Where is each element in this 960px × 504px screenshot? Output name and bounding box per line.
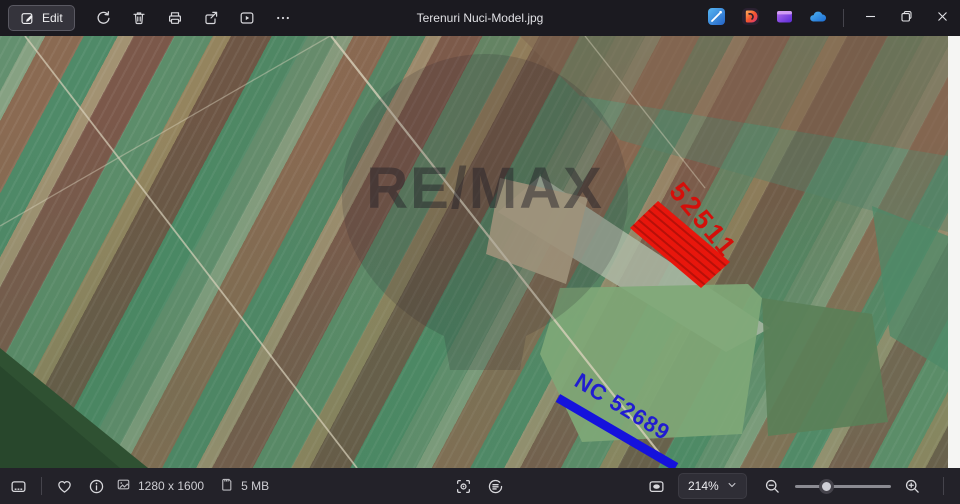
zoom-out-icon	[764, 478, 781, 495]
magic-wand-icon	[707, 7, 726, 29]
trash-icon	[131, 10, 147, 26]
toolbar-right	[699, 0, 960, 36]
visual-search-icon	[455, 478, 472, 495]
onedrive-cloud-icon	[808, 7, 828, 30]
restore-button[interactable]	[888, 2, 924, 34]
zoom-in-icon	[904, 478, 921, 495]
zoom-slider-track[interactable]	[795, 485, 891, 488]
edit-button[interactable]: Edit	[8, 5, 75, 31]
titlebar: Edit	[0, 0, 960, 36]
statusbar-divider-left	[41, 477, 42, 495]
slideshow-icon	[239, 10, 255, 26]
aerial-photo: RE/MAX 52511 NC 52689	[0, 36, 948, 468]
zoom-level-dropdown[interactable]: 214%	[678, 473, 747, 499]
watermark-text: RE/MAX	[366, 156, 604, 221]
heart-icon	[56, 478, 73, 495]
filmstrip-toggle-button[interactable]	[2, 470, 34, 502]
designer-button[interactable]	[733, 2, 767, 34]
statusbar: 1280 x 1600 5 MB	[0, 468, 960, 504]
toolbar-left: Edit	[0, 2, 299, 34]
zoom-slider-thumb[interactable]	[819, 479, 834, 494]
image-viewer[interactable]: RE/MAX 52511 NC 52689	[0, 36, 960, 468]
designer-icon	[741, 7, 760, 29]
zoom-level-value: 214%	[688, 479, 719, 493]
dimensions-icon	[116, 477, 131, 495]
clipchamp-icon	[775, 7, 794, 29]
share-icon	[203, 10, 219, 26]
minimize-icon	[864, 10, 877, 26]
visual-search-button[interactable]	[447, 470, 479, 502]
slideshow-button[interactable]	[231, 2, 263, 34]
titlebar-divider	[843, 9, 844, 27]
filesize-icon	[219, 477, 234, 495]
close-icon	[936, 10, 949, 26]
statusbar-divider-right	[943, 477, 944, 495]
rotate-icon	[95, 10, 111, 26]
zoom-slider[interactable]	[795, 470, 891, 502]
print-button[interactable]	[159, 2, 191, 34]
favorite-button[interactable]	[48, 470, 80, 502]
file-size: 5 MB	[241, 479, 269, 493]
more-options-button[interactable]	[267, 2, 299, 34]
rotate-button[interactable]	[87, 2, 119, 34]
edit-image-icon	[20, 11, 35, 26]
file-info-button[interactable]	[80, 470, 112, 502]
restore-icon	[900, 10, 913, 26]
auto-enhance-button[interactable]	[699, 2, 733, 34]
more-icon	[275, 10, 291, 26]
print-icon	[167, 10, 183, 26]
onedrive-button[interactable]	[801, 2, 835, 34]
clipchamp-button[interactable]	[767, 2, 801, 34]
minimize-button[interactable]	[852, 2, 888, 34]
filmstrip-icon	[10, 478, 27, 495]
photo-edge	[948, 36, 960, 468]
chevron-down-icon	[727, 479, 737, 493]
edit-label: Edit	[42, 11, 63, 25]
fit-to-window-icon	[648, 478, 665, 495]
fit-to-window-button[interactable]	[640, 470, 672, 502]
photos-app-window: Edit	[0, 0, 960, 504]
zoom-in-button[interactable]	[897, 470, 929, 502]
share-button[interactable]	[195, 2, 227, 34]
extract-text-button[interactable]	[479, 470, 511, 502]
extract-text-icon	[487, 478, 504, 495]
image-dimensions: 1280 x 1600	[138, 479, 204, 493]
info-icon	[88, 478, 105, 495]
delete-button[interactable]	[123, 2, 155, 34]
photo-overlay: RE/MAX 52511 NC 52689	[0, 36, 948, 468]
zoom-out-button[interactable]	[757, 470, 789, 502]
close-button[interactable]	[924, 2, 960, 34]
